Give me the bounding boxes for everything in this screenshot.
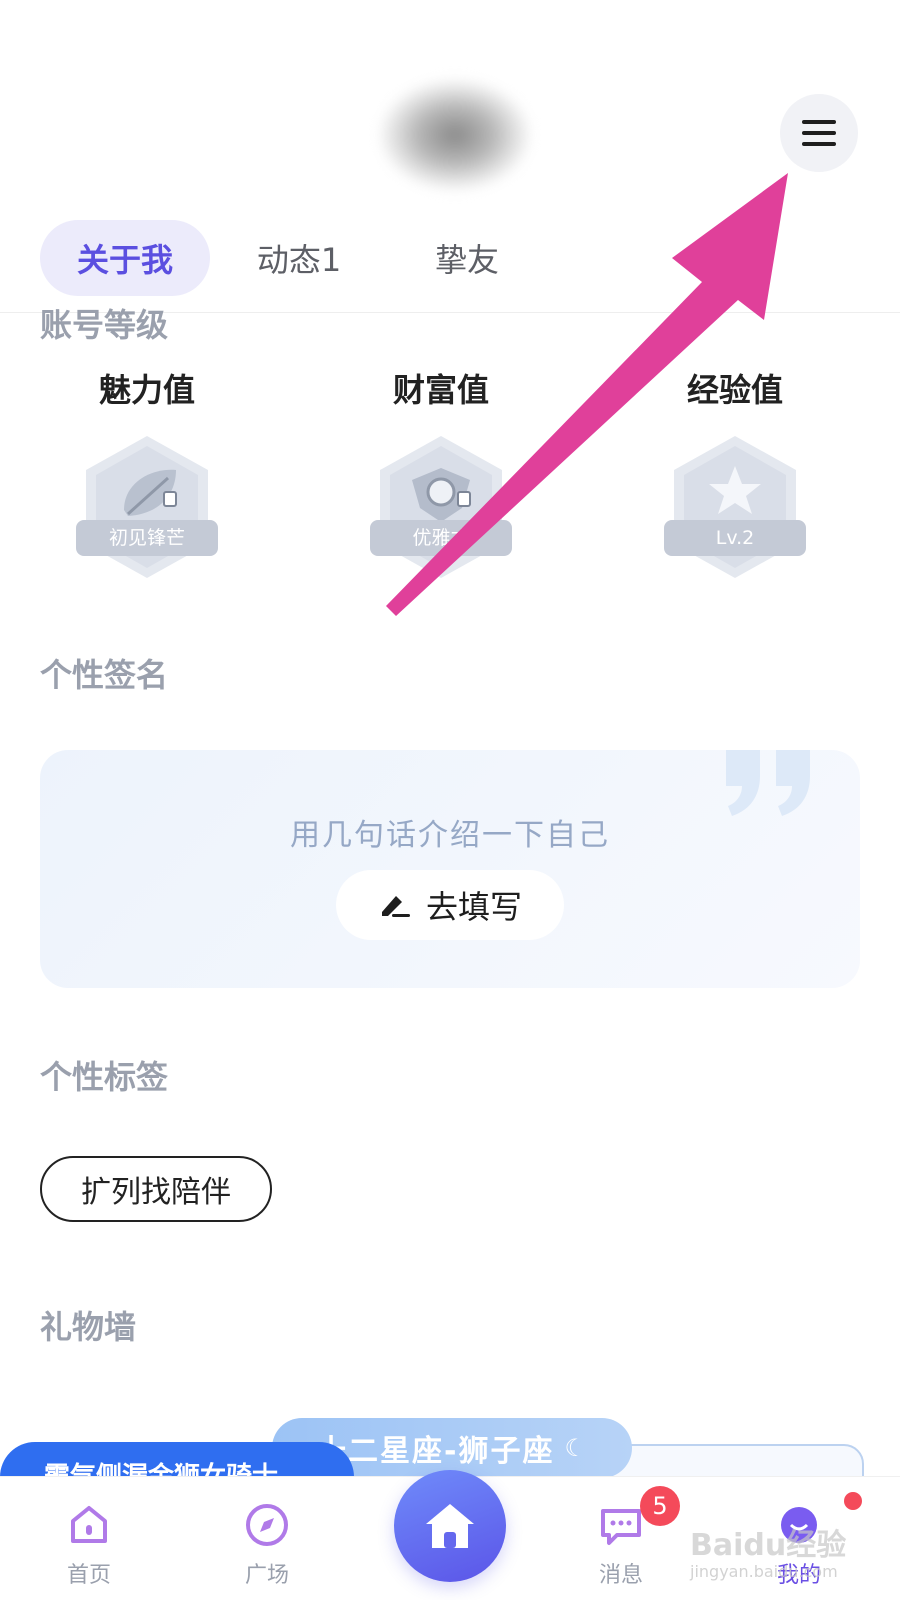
pen-icon [381,896,410,917]
nav-home[interactable]: 首页 [34,1499,144,1589]
signature-title: 个性签名 [40,656,169,694]
tag-chip[interactable]: 扩列找陪伴 [40,1156,272,1222]
menu-button[interactable] [780,94,858,172]
nav-square-label: 广场 [244,1563,289,1588]
charm-badge-label: 初见锋芒 [108,527,185,549]
wealth-badge-label: 优雅才 [412,527,470,549]
message-count-badge: 5 [640,1486,680,1526]
watermark: Baidu经验 [690,1528,847,1563]
home-outline-icon [71,1506,107,1543]
level-charm-name: 魅力值 [98,371,195,409]
experience-badge-label: Lv.2 [715,527,755,549]
signature-card: 用几句话介绍一下自己 去填写 [40,750,860,988]
gift-wall-title: 礼物墙 [40,1308,137,1346]
gift-category-label: 十二星座-狮子座 [316,1434,555,1469]
nav-messages-label: 消息 [598,1563,643,1588]
personal-tags-title: 个性标签 [40,1058,169,1096]
profile-tabs: 关于我 动态1 挚友 [40,220,542,296]
chat-bubble-icon [601,1509,641,1545]
avatar[interactable] [380,80,530,190]
hamburger-menu-icon [802,120,836,146]
wealth-badge: 优雅才 [366,432,516,582]
experience-badge: Lv.2 [660,432,810,582]
tab-close-friends[interactable]: 挚友 [392,220,542,296]
level-charm[interactable]: 魅力值 初见锋芒 [52,368,242,582]
compass-icon [246,1504,288,1546]
tab-about-me[interactable]: 关于我 [40,220,210,296]
level-experience-name: 经验值 [686,371,783,409]
charm-badge: 初见锋芒 [72,432,222,582]
level-experience[interactable]: 经验值 Lv.2 [640,368,830,582]
center-home-icon [426,1504,474,1548]
fill-signature-label: 去填写 [425,888,522,926]
account-level-title: 账号等级 [40,306,169,344]
level-wealth[interactable]: 财富值 优雅才 [346,368,536,582]
moon-icon: ☾ [564,1434,588,1462]
center-home-button[interactable] [394,1470,506,1582]
level-wealth-name: 财富值 [392,371,489,409]
nav-home-label: 首页 [66,1563,111,1588]
nav-square[interactable]: 广场 [212,1499,322,1589]
signature-hint: 用几句话介绍一下自己 [290,818,610,853]
watermark-sub: jingyan.baidu.com [690,1562,838,1581]
tab-moments[interactable]: 动态1 [214,220,384,296]
notification-dot [844,1492,862,1510]
fill-signature-button[interactable]: 去填写 [336,870,564,940]
